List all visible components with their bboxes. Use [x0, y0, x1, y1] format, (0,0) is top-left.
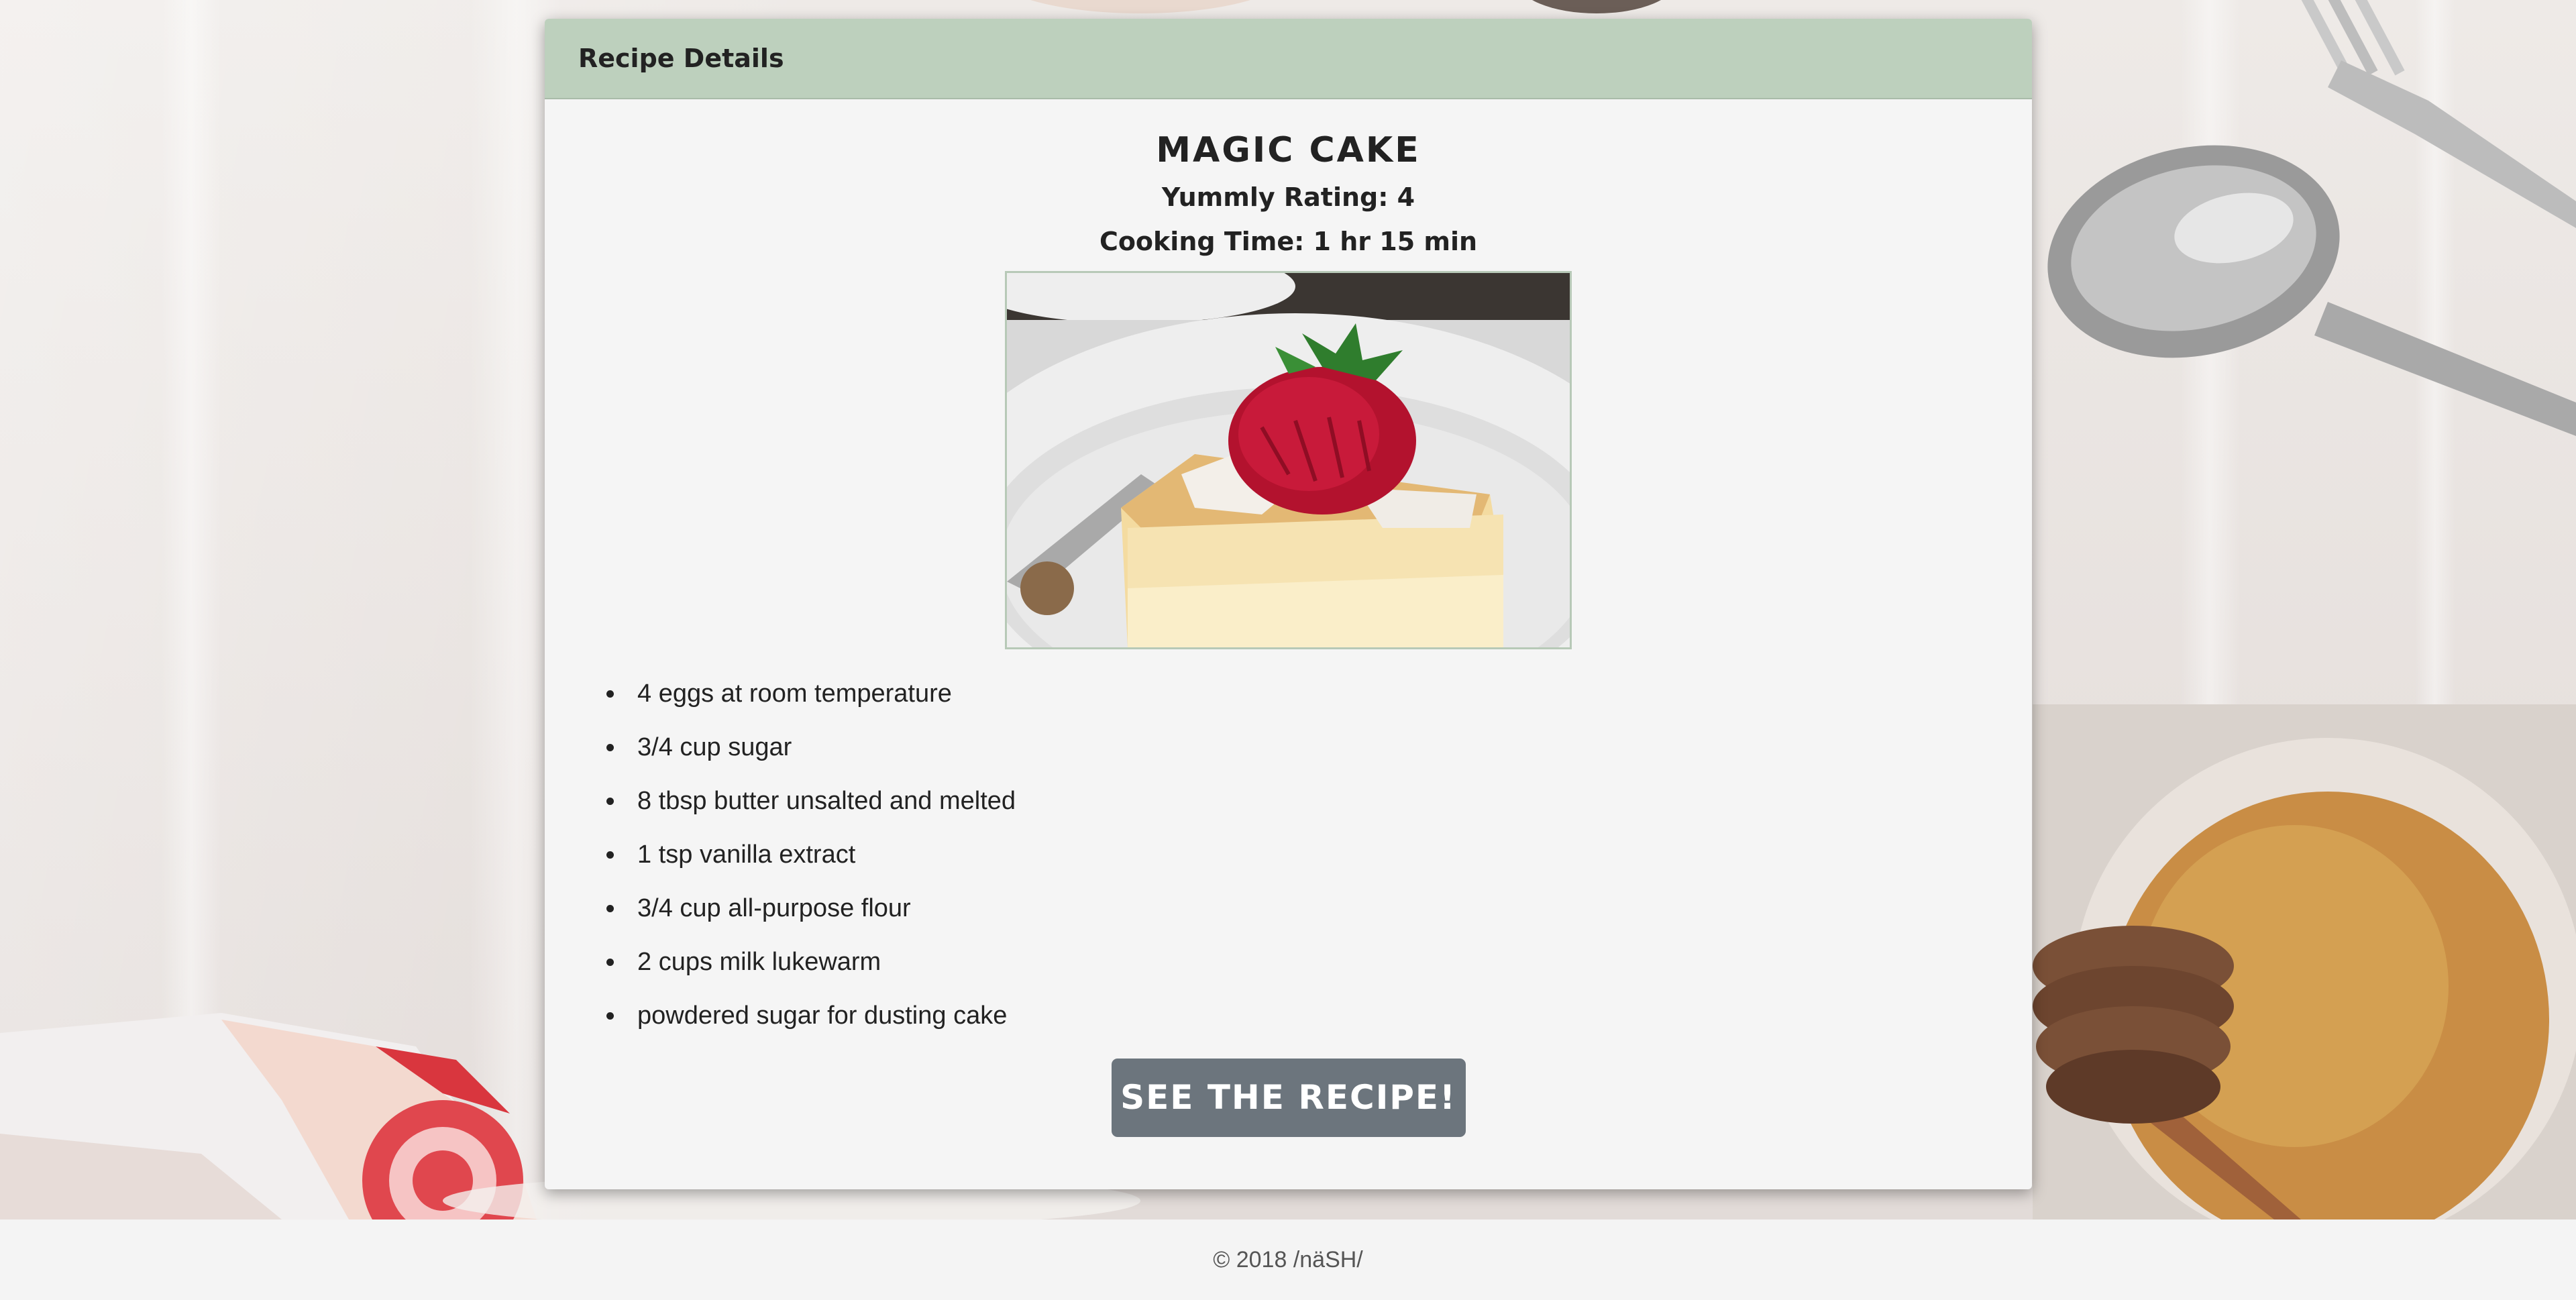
recipe-rating: Yummly Rating: 4 [1161, 182, 1415, 212]
footer-copyright: © 2018 /näSH/ [1213, 1246, 1363, 1272]
ingredient-item: 3/4 cup sugar [606, 733, 2032, 786]
recipe-card: Recipe Details Magic Cake Yummly Rating:… [545, 19, 2032, 1189]
ingredient-item: powdered sugar for dusting cake [606, 1001, 2032, 1054]
recipe-title: Magic Cake [1156, 130, 1421, 170]
card-header: Recipe Details [545, 19, 2032, 99]
ingredient-item: 3/4 cup all-purpose flour [606, 893, 2032, 947]
recipe-cooking-time: Cooking Time: 1 hr 15 min [1099, 227, 1478, 256]
see-recipe-button[interactable]: See the recipe! [1111, 1059, 1466, 1137]
fork-decoration [2294, 0, 2576, 228]
card-header-title: Recipe Details [578, 44, 784, 73]
ingredient-item: 4 eggs at room temperature [606, 679, 2032, 733]
honey-jar-decoration [2033, 704, 2576, 1220]
flour-bag-decoration [0, 1013, 537, 1220]
ingredient-item: 1 tsp vanilla extract [606, 840, 2032, 893]
ingredient-item: 8 tbsp butter unsalted and melted [606, 786, 2032, 840]
ingredient-list: 4 eggs at room temperature 3/4 cup sugar… [606, 679, 2032, 1054]
ingredient-item: 2 cups milk lukewarm [606, 947, 2032, 1001]
recipe-photo [1005, 271, 1572, 649]
page-footer: © 2018 /näSH/ [0, 1220, 2576, 1300]
button-container: See the recipe! [545, 1059, 2032, 1137]
